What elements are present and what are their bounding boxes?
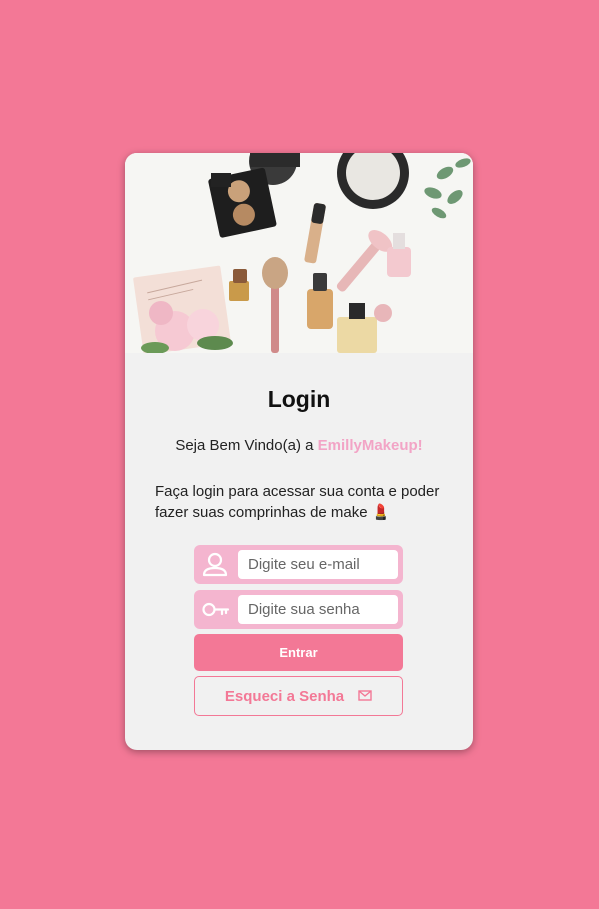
forgot-password-button[interactable]: Esqueci a Senha	[194, 676, 403, 716]
login-card: Login Seja Bem Vindo(a) a EmillyMakeup! …	[125, 153, 473, 750]
email-input[interactable]	[238, 550, 398, 579]
hero-image	[125, 153, 473, 353]
email-field-group	[194, 545, 403, 584]
envelope-icon	[358, 688, 372, 705]
forgot-password-label: Esqueci a Senha	[224, 687, 345, 705]
brand-name: EmillyMakeup!	[317, 437, 423, 454]
makeup-flatlay-illustration	[125, 153, 473, 353]
login-description: Faça login para acessar sua conta e pode…	[155, 483, 440, 521]
login-button[interactable]: Entrar	[194, 634, 403, 671]
welcome-prefix: Seja Bem Vindo(a) a	[175, 437, 318, 454]
page-title: Login	[267, 386, 331, 412]
password-field-group	[194, 590, 403, 629]
key-icon	[200, 595, 230, 624]
welcome-text: Seja Bem Vindo(a) a EmillyMakeup!	[125, 437, 473, 454]
user-icon	[200, 550, 230, 579]
password-input[interactable]	[238, 595, 398, 624]
